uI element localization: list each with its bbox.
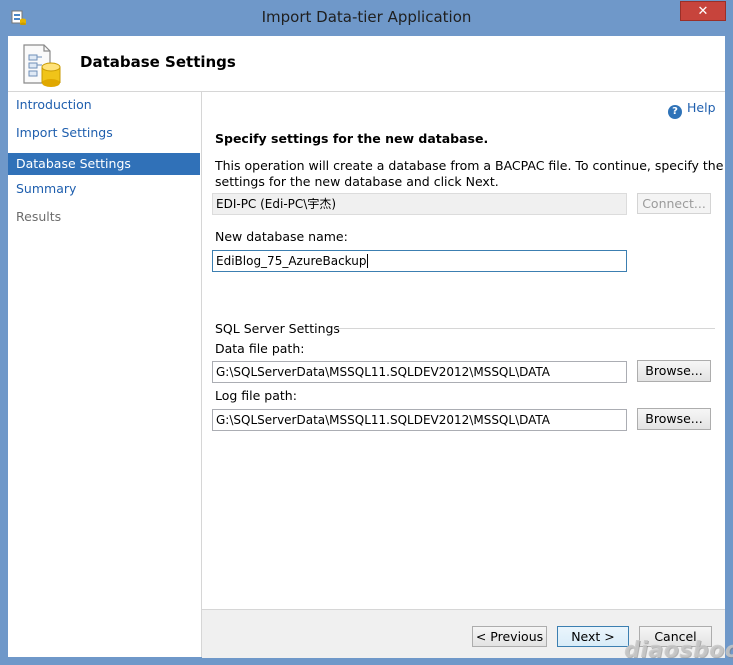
- db-name-input[interactable]: EdiBlog_75_AzureBackup: [212, 250, 627, 272]
- sql-server-settings-group-label: SQL Server Settings: [215, 321, 340, 336]
- nav-item-summary[interactable]: Summary: [8, 178, 200, 200]
- description-line-1: This operation will create a database fr…: [215, 158, 724, 173]
- wizard-nav: Introduction Import Settings Database Se…: [8, 92, 202, 657]
- data-browse-button[interactable]: Browse...: [637, 360, 711, 382]
- server-connection-field: EDI-PC (Edi-PC\宇杰): [212, 193, 627, 215]
- title-bar[interactable]: Import Data-tier Application ✕: [0, 0, 733, 36]
- log-file-path-input[interactable]: G:\SQLServerData\MSSQL11.SQLDEV2012\MSSQ…: [212, 409, 627, 431]
- connect-button: Connect...: [637, 193, 711, 214]
- log-browse-button[interactable]: Browse...: [637, 408, 711, 430]
- close-button[interactable]: ✕: [680, 1, 726, 21]
- section-heading: Specify settings for the new database.: [215, 131, 489, 146]
- page-header: Database Settings: [8, 36, 725, 92]
- dialog-client: Database Settings Introduction Import Se…: [8, 36, 725, 658]
- watermark: diaosbook: [624, 638, 733, 663]
- db-name-label: New database name:: [215, 229, 348, 244]
- data-file-path-input[interactable]: G:\SQLServerData\MSSQL11.SQLDEV2012\MSSQ…: [212, 361, 627, 383]
- nav-item-results: Results: [16, 209, 62, 224]
- description-line-2: settings for the new database and click …: [215, 174, 499, 189]
- nav-item-import-settings[interactable]: Import Settings: [8, 122, 200, 144]
- next-button[interactable]: Next >: [557, 626, 629, 647]
- main-panel: ? Help Specify settings for the new datab…: [202, 92, 725, 657]
- data-file-path-label: Data file path:: [215, 341, 305, 356]
- database-document-icon: [23, 44, 61, 87]
- nav-item-database-settings[interactable]: Database Settings: [8, 153, 200, 175]
- previous-button[interactable]: < Previous: [472, 626, 547, 647]
- help-icon: ?: [668, 105, 682, 119]
- db-name-value: EdiBlog_75_AzureBackup: [216, 254, 367, 268]
- close-icon: ✕: [697, 4, 709, 19]
- help-label: Help: [687, 100, 716, 115]
- text-caret: [367, 254, 369, 268]
- nav-item-introduction[interactable]: Introduction: [8, 94, 200, 116]
- help-link[interactable]: ? Help: [668, 100, 716, 119]
- dialog-window: Import Data-tier Application ✕ Database …: [0, 0, 733, 665]
- page-title: Database Settings: [80, 53, 236, 71]
- window-title: Import Data-tier Application: [261, 8, 472, 26]
- group-separator: [335, 328, 715, 329]
- log-file-path-label: Log file path:: [215, 388, 297, 403]
